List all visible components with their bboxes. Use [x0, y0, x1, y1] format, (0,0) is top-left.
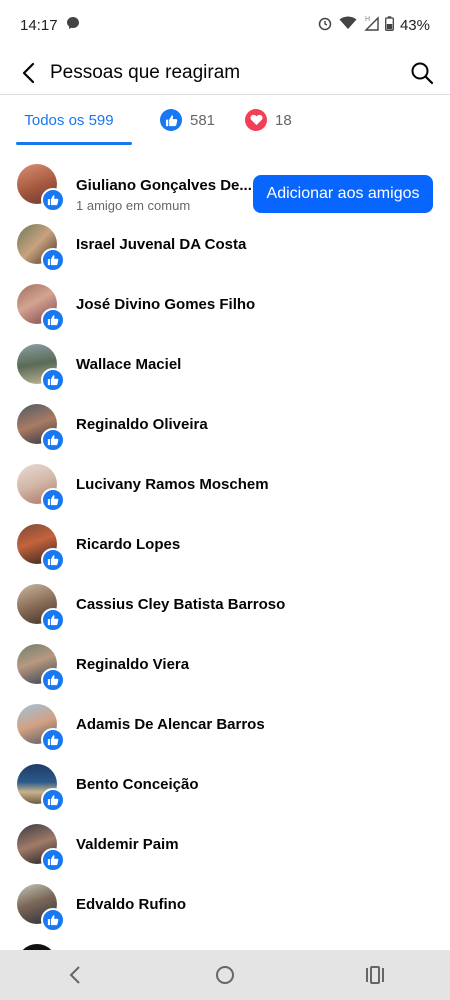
tab-all[interactable]: Todos os 599 [0, 95, 132, 145]
person-name: Wallace Maciel [76, 356, 182, 373]
search-button[interactable] [410, 61, 434, 85]
avatar [17, 344, 65, 392]
add-friend-button[interactable]: Adicionar aos amigos [253, 175, 433, 213]
person-name: Giuliano Gonçalves De... [76, 177, 252, 194]
avatar [17, 644, 65, 692]
like-icon [41, 188, 65, 212]
nav-back-button[interactable] [60, 960, 90, 990]
list-item[interactable]: Valdemir Paim [0, 815, 450, 875]
like-icon [160, 109, 182, 131]
home-circle-icon [216, 966, 234, 984]
like-icon [41, 548, 65, 572]
like-icon [41, 608, 65, 632]
list-item[interactable]: Reginaldo Oliveira [0, 395, 450, 455]
avatar [17, 584, 65, 632]
person-name: Ricardo Lopes [76, 536, 181, 553]
love-icon [245, 109, 268, 131]
svg-text:H: H [365, 16, 370, 23]
list-item[interactable]: Edvaldo Rufino [0, 875, 450, 935]
recents-icon [366, 966, 384, 984]
like-icon [41, 728, 65, 752]
list-item[interactable]: Adamis De Alencar Barros [0, 695, 450, 755]
list-item[interactable]: Giuliano Gonçalves De... 1 amigo em comu… [0, 155, 450, 215]
person-name: Israel Juvenal DA Costa [76, 236, 247, 253]
signal-icon: H [363, 15, 379, 35]
avatar [17, 884, 65, 932]
alarm-icon [317, 15, 333, 35]
status-time: 14:17 [20, 16, 58, 34]
back-chevron-icon [69, 966, 80, 984]
person-name: Edvaldo Rufino [76, 896, 186, 913]
back-button[interactable] [16, 61, 40, 85]
like-icon [41, 848, 65, 872]
list-item[interactable]: Cassius Cley Batista Barroso [0, 575, 450, 635]
list-item[interactable]: José Divino Gomes Filho [0, 275, 450, 335]
avatar [17, 704, 65, 752]
avatar [17, 284, 65, 332]
wifi-icon [339, 16, 357, 34]
avatar [17, 824, 65, 872]
list-item[interactable] [0, 935, 450, 950]
avatar [17, 164, 65, 212]
like-icon [41, 248, 65, 272]
avatar [17, 764, 65, 812]
like-icon [41, 368, 65, 392]
avatar [17, 524, 65, 572]
header-bar: Pessoas que reagiram [0, 50, 450, 95]
person-name: Cassius Cley Batista Barroso [76, 596, 286, 613]
list-item[interactable]: Israel Juvenal DA Costa [0, 215, 450, 275]
person-name: Valdemir Paim [76, 836, 179, 853]
page-title: Pessoas que reagiram [50, 61, 241, 83]
status-bar: 14:17 H 43% [0, 0, 450, 50]
like-icon [41, 668, 65, 692]
person-name: Adamis De Alencar Barros [76, 716, 265, 733]
tab-love[interactable]: 18 [245, 95, 292, 145]
like-icon [41, 428, 65, 452]
person-name: Lucivany Ramos Moschem [76, 476, 269, 493]
person-name: Reginaldo Viera [76, 656, 190, 673]
messenger-notification-icon [66, 16, 80, 34]
back-arrow-icon [22, 62, 35, 83]
list-item[interactable]: Ricardo Lopes [0, 515, 450, 575]
list-item[interactable]: Lucivany Ramos Moschem [0, 455, 450, 515]
search-icon [411, 62, 434, 84]
person-name: Reginaldo Oliveira [76, 416, 208, 433]
like-icon [41, 308, 65, 332]
tab-like[interactable]: 581 [160, 95, 215, 145]
list-item[interactable]: Wallace Maciel [0, 335, 450, 395]
list-item[interactable]: Bento Conceição [0, 755, 450, 815]
people-list: Giuliano Gonçalves De... 1 amigo em comu… [0, 145, 450, 950]
like-icon [41, 788, 65, 812]
tab-all-label: Todos os 599 [24, 111, 114, 129]
tab-love-count: 18 [275, 111, 292, 129]
avatar [17, 404, 65, 452]
avatar [17, 464, 65, 512]
person-name: José Divino Gomes Filho [76, 296, 256, 313]
reaction-tabs: Todos os 599 581 18 [0, 95, 450, 145]
nav-recents-button[interactable] [360, 960, 390, 990]
like-icon [41, 488, 65, 512]
list-item[interactable]: Reginaldo Viera [0, 635, 450, 695]
system-nav-bar [0, 950, 450, 1000]
tab-like-count: 581 [190, 111, 216, 129]
person-name: Bento Conceição [76, 776, 199, 793]
battery-percent: 43% [399, 16, 430, 34]
avatar [17, 224, 65, 272]
like-icon [41, 908, 65, 932]
mutual-friends: 1 amigo em comum [76, 198, 191, 213]
battery-icon [385, 15, 394, 35]
nav-home-button[interactable] [210, 960, 240, 990]
